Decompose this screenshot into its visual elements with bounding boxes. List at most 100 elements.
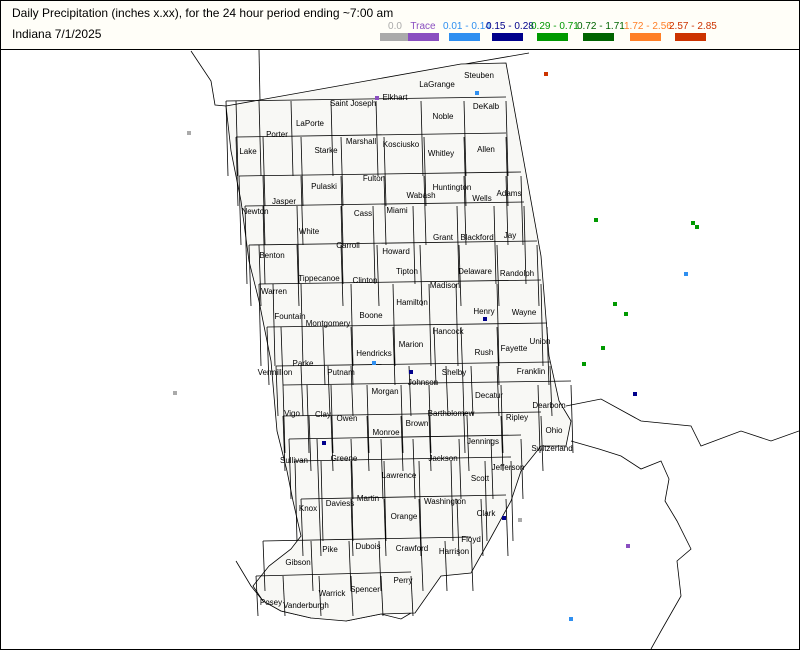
county-label: Randolph <box>500 269 534 278</box>
county-label: Madison <box>430 281 460 290</box>
station-marker <box>409 370 413 374</box>
county-label: Jay <box>504 231 516 240</box>
county-label: Perry <box>393 576 412 585</box>
county-label: Hancock <box>432 327 464 336</box>
county-label: LaGrange <box>419 80 455 89</box>
county-label: Jasper <box>272 197 296 206</box>
station-marker <box>695 225 699 229</box>
county-label: Blackford <box>460 233 493 242</box>
county-label: Miami <box>386 206 408 215</box>
county-label: Washington <box>424 497 466 506</box>
county-label: Shelby <box>442 368 466 377</box>
station-marker <box>187 131 191 135</box>
county-label: LaPorte <box>296 119 325 128</box>
legend-label: 2.57 - 2.85 <box>669 21 717 32</box>
county-label: Tipton <box>396 267 418 276</box>
county-label: Monroe <box>372 428 400 437</box>
county-label: Kosciusko <box>383 140 420 149</box>
county-label: Clay <box>315 410 331 419</box>
county-label: Saint Joseph <box>330 99 376 108</box>
station-marker <box>626 544 630 548</box>
indiana-county-map: Lake Porter LaPorte Saint Joseph Elkhart LaGr… <box>173 50 799 649</box>
county-label: Ripley <box>506 413 528 422</box>
county-label: Harrison <box>439 547 469 556</box>
county-label: Gibson <box>285 558 310 567</box>
county-label: Vigo <box>284 409 300 418</box>
county-label: Owen <box>337 414 358 423</box>
county-label: Noble <box>433 112 454 121</box>
county-label: Dearborn <box>532 401 565 410</box>
county-label: Pike <box>322 545 338 554</box>
map-frame: Daily Precipitation (inches x.xx), for t… <box>0 0 800 650</box>
county-label: White <box>299 227 320 236</box>
county-label: Greene <box>331 454 358 463</box>
county-label: Boone <box>359 311 383 320</box>
map-header: Daily Precipitation (inches x.xx), for t… <box>1 1 799 50</box>
county-label: Sullivan <box>280 456 308 465</box>
county-label: Wabash <box>406 191 435 200</box>
station-marker <box>544 72 548 76</box>
legend-item: 1.72 - 2.56 <box>624 21 672 41</box>
county-label: DeKalb <box>473 102 500 111</box>
county-label: Allen <box>477 145 495 154</box>
station-marker <box>684 272 688 276</box>
county-label: Grant <box>433 233 454 242</box>
county-label: Decatur <box>475 391 503 400</box>
county-label: Starke <box>314 146 338 155</box>
county-label: Delaware <box>458 267 492 276</box>
legend-item: Trace <box>402 21 444 41</box>
station-marker <box>173 391 177 395</box>
station-marker <box>613 302 617 306</box>
county-label: Wayne <box>512 308 537 317</box>
legend-label: 0.15 - 0.28 <box>486 21 534 32</box>
legend-swatch <box>448 33 480 41</box>
county-label: Henry <box>473 307 494 316</box>
county-label: Porter <box>266 130 288 139</box>
county-label: Benton <box>259 251 284 260</box>
legend-swatch <box>536 33 568 41</box>
county-label: Marshall <box>346 137 376 146</box>
station-marker <box>518 518 522 522</box>
county-label: Clark <box>477 509 497 518</box>
county-label: Martin <box>357 494 379 503</box>
county-label: Dubois <box>356 542 381 551</box>
county-label: Franklin <box>517 367 545 376</box>
legend-swatch <box>629 33 661 41</box>
station-marker <box>475 91 479 95</box>
county-label: Scott <box>471 474 490 483</box>
county-label: Fayette <box>501 344 528 353</box>
county-label: Cass <box>354 209 372 218</box>
station-marker <box>502 516 506 520</box>
station-marker <box>633 392 637 396</box>
station-marker <box>375 96 379 100</box>
county-label: Brown <box>406 419 429 428</box>
county-label: Bartholomew <box>428 409 475 418</box>
legend-label: Trace <box>410 21 436 32</box>
legend-swatch <box>407 33 439 41</box>
county-label: Fountain <box>274 312 305 321</box>
county-label: Lake <box>239 147 257 156</box>
county-label: Whitley <box>428 149 454 158</box>
county-label: Jennings <box>467 437 499 446</box>
county-label: Elkhart <box>383 93 409 102</box>
county-label: Orange <box>391 512 418 521</box>
legend-item: 0.29 - 0.71 <box>531 21 579 41</box>
map-title: Daily Precipitation (inches x.xx), for t… <box>12 6 394 20</box>
county-label: Putnam <box>327 368 355 377</box>
legend-label: 1.72 - 2.56 <box>624 21 672 32</box>
county-label: Vanderburgh <box>283 601 329 610</box>
county-label: Marion <box>399 340 423 349</box>
map-subtitle: Indiana 7/1/2025 <box>12 27 102 41</box>
station-marker <box>372 361 376 365</box>
station-marker <box>322 441 326 445</box>
legend-item: 2.57 - 2.85 <box>669 21 717 41</box>
station-marker <box>594 218 598 222</box>
county-label: Jackson <box>428 454 457 463</box>
station-marker <box>483 317 487 321</box>
county-label: Crawford <box>396 544 428 553</box>
legend-label: 0.01 - 0.14 <box>443 21 491 32</box>
county-label: Montgomery <box>306 319 350 328</box>
legend-swatch <box>491 33 523 41</box>
county-label: Wells <box>472 194 491 203</box>
legend-swatch <box>582 33 614 41</box>
